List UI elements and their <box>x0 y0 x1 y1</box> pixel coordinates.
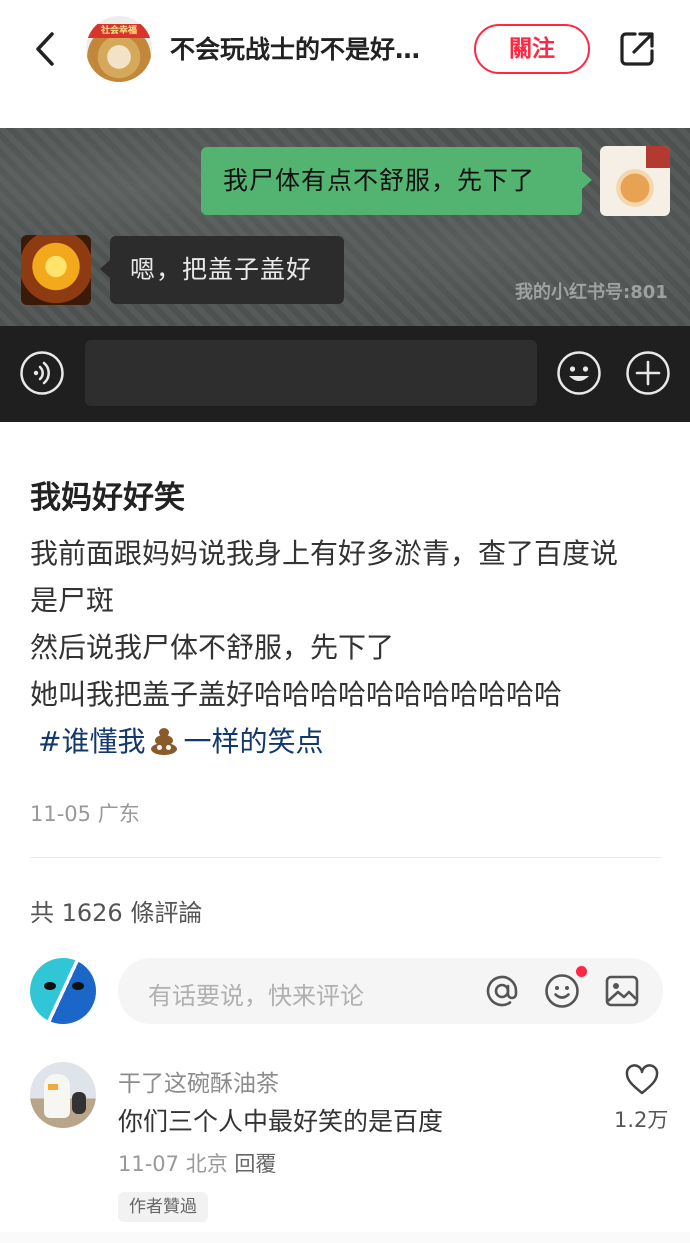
plus-icon <box>626 351 670 395</box>
author-name[interactable]: 不会玩战士的不是好… <box>170 30 460 66</box>
comment-count: 共 1626 條評論 <box>30 899 203 927</box>
post-image[interactable]: 我尸体有点不舒服，先下了 嗯，把盖子盖好 我的小红书号:801 <box>0 128 690 422</box>
post-body: 我前面跟妈妈说我身上有好多淤青，查了百度说 是尸斑 然后说我尸体不舒服，先下了 … <box>30 530 670 718</box>
post-date-location: 11-05 广东 <box>30 802 140 826</box>
watermark: 我的小红书号:801 <box>515 282 668 303</box>
heart-icon[interactable] <box>624 1064 660 1096</box>
post-title: 我妈好好笑 <box>30 480 185 516</box>
post-body-line: 是尸斑 <box>30 584 115 617</box>
emoji-icon <box>557 351 601 395</box>
divider <box>30 857 662 858</box>
comment-placeholder: 有话要说，快来评论 <box>148 982 364 1010</box>
image-icon[interactable] <box>604 973 640 1009</box>
comment-input[interactable]: 有话要说，快来评论 <box>118 958 663 1024</box>
poop-emoji-icon <box>147 725 181 755</box>
notification-dot <box>576 966 587 977</box>
post-body-line: 然后说我尸体不舒服，先下了 <box>30 631 395 664</box>
cat-avatar <box>600 146 670 216</box>
like-count: 1.2万 <box>614 1108 669 1132</box>
post-body-line: 我前面跟妈妈说我身上有好多淤青，查了百度说 <box>30 537 619 570</box>
smile-icon[interactable] <box>544 973 580 1009</box>
back-arrow-icon[interactable] <box>28 28 64 70</box>
author-avatar[interactable]: 社会幸福 <box>86 16 152 82</box>
follow-button[interactable]: 關注 <box>474 24 590 74</box>
author-liked-badge: 作者贊過 <box>118 1192 208 1222</box>
comment-text: 你们三个人中最好笑的是百度 <box>118 1107 444 1136</box>
top-bar: 社会幸福 不会玩战士的不是好… 關注 <box>0 0 690 100</box>
avatar-banner-text: 社会幸福 <box>100 26 137 36</box>
share-icon[interactable] <box>618 30 656 68</box>
voice-icon <box>20 351 64 395</box>
my-avatar <box>30 958 96 1024</box>
at-icon[interactable] <box>484 973 520 1009</box>
comment-meta: 11-07 北京 回覆 <box>118 1148 276 1178</box>
hashtag-prefix: #谁懂我 <box>38 725 146 758</box>
comment-date-location: 11-07 北京 <box>118 1152 228 1176</box>
commenter-name[interactable]: 干了这碗酥油茶 <box>118 1064 279 1098</box>
chat-background: 我尸体有点不舒服，先下了 嗯，把盖子盖好 我的小红书号:801 <box>0 128 690 326</box>
bottom-separator <box>0 1232 690 1243</box>
hashtag-suffix: 一样的笑点 <box>183 725 324 758</box>
reply-button[interactable]: 回覆 <box>234 1152 276 1176</box>
post-body-line: 她叫我把盖子盖好哈哈哈哈哈哈哈哈哈哈哈 <box>30 678 563 711</box>
chat-text-field <box>85 340 537 406</box>
chat-input-bar <box>0 326 690 422</box>
commenter-avatar[interactable] <box>30 1062 96 1128</box>
tree-avatar <box>21 235 91 305</box>
chat-bubble-received: 嗯，把盖子盖好 <box>100 236 344 304</box>
hashtag-link[interactable]: #谁懂我 一样的笑点 <box>38 720 323 760</box>
chat-bubble-sent: 我尸体有点不舒服，先下了 <box>201 147 592 215</box>
